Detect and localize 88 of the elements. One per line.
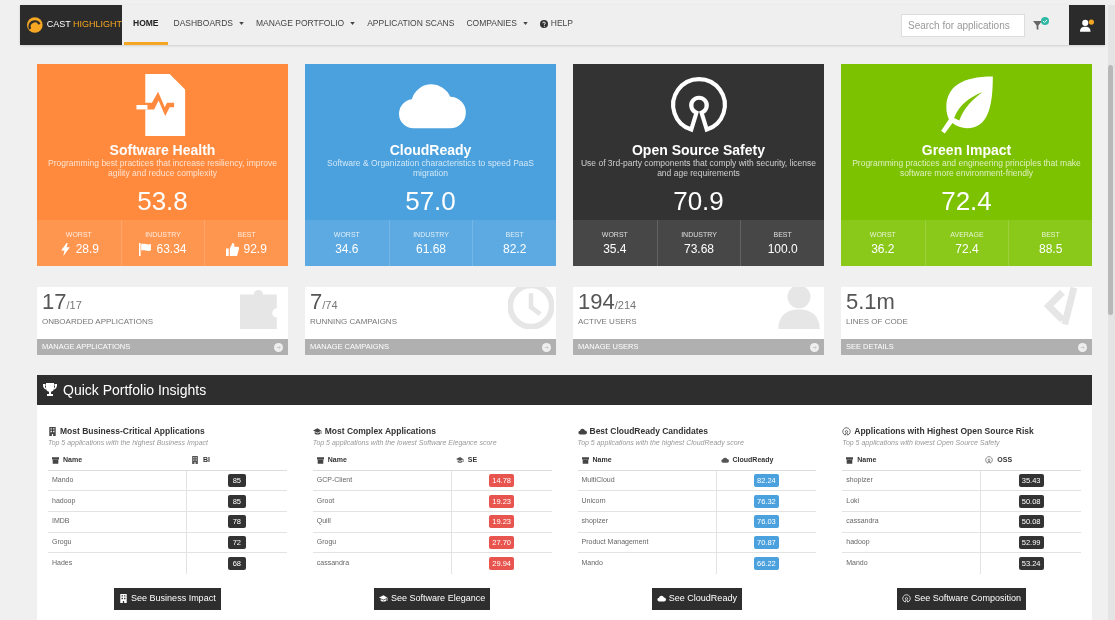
arrow-circle-icon xyxy=(1078,342,1087,352)
table-title: Applications with Highest Open Source Risk xyxy=(854,425,1034,438)
see-details-button[interactable]: See Business Impact xyxy=(114,587,221,610)
see-details-button[interactable]: See Software Composition xyxy=(897,587,1026,610)
stat-label: LINES OF CODE xyxy=(846,316,909,328)
user-menu-button[interactable] xyxy=(1069,5,1105,45)
stat-total: /74 xyxy=(322,299,338,313)
metric-value: 35.4 xyxy=(603,242,627,257)
nav-item[interactable]: COMPANIES xyxy=(460,5,534,45)
see-details-button[interactable]: See CloudReady xyxy=(651,587,742,610)
stat-total: /17 xyxy=(66,299,82,313)
card-title: Open Source Safety xyxy=(631,142,765,158)
cloud-icon xyxy=(577,426,587,436)
caret-icon xyxy=(350,22,356,25)
stat-value: 17 xyxy=(42,290,67,314)
metric-value: 34.6 xyxy=(335,242,359,257)
bolt-icon xyxy=(58,242,72,256)
filter-button[interactable] xyxy=(1033,17,1051,33)
card-title: Green Impact xyxy=(921,142,1012,158)
card-description: Programming best practices that increase resiliency, improve agility and reduce complexity xyxy=(47,158,278,178)
arrow-circle-icon xyxy=(542,342,551,352)
search-field[interactable]: Search for applications xyxy=(901,13,1025,37)
open-source-icon xyxy=(842,426,852,436)
archive-icon xyxy=(316,456,324,464)
card-score: 72.4 xyxy=(941,187,992,215)
graduation-cap-icon xyxy=(455,456,464,465)
card-score: 53.8 xyxy=(137,187,188,215)
metric-value: 82.2 xyxy=(502,242,527,257)
open-source-icon xyxy=(985,456,994,465)
metric-value: 73.68 xyxy=(683,242,714,257)
metric-value: 88.5 xyxy=(1038,242,1063,257)
stat-label: ONBOARDED APPLICATIONS xyxy=(42,316,154,328)
nav-item[interactable]: HOME xyxy=(124,5,168,45)
card-description: Software & Organization characteristics to speed PaaS migration xyxy=(326,158,535,178)
stat-value: 194 xyxy=(578,290,615,314)
card-description: Use of 3rd-party components that comply with security, license and age requirements xyxy=(579,158,818,178)
card-description: Programming practices and engineering principles that make software more environment-friendly xyxy=(851,158,1082,178)
table-title: Best CloudReady Candidates xyxy=(589,425,709,438)
logo-text: CAST HIGHLIGHT xyxy=(46,18,122,32)
card-score: 57.0 xyxy=(405,187,456,215)
building-icon xyxy=(48,426,57,436)
see-details-button[interactable]: See Software Elegance xyxy=(374,587,491,610)
stat-label: ACTIVE USERS xyxy=(578,316,638,328)
stat-value: 5.1m xyxy=(846,290,895,314)
trophy-icon xyxy=(43,383,57,397)
help-icon xyxy=(539,19,548,28)
table-title: Most Business-Critical Applications xyxy=(60,425,205,438)
arrow-circle-icon xyxy=(810,342,819,352)
arrow-circle-icon xyxy=(274,342,283,352)
clock-icon xyxy=(508,287,554,329)
building-icon xyxy=(191,456,199,465)
caret-icon xyxy=(522,22,528,25)
card-score: 70.9 xyxy=(673,187,724,215)
metric-value: 63.34 xyxy=(156,242,187,257)
stat-value: 7 xyxy=(310,290,323,314)
archive-icon xyxy=(846,456,854,464)
metric-value: 100.0 xyxy=(767,242,798,257)
nav-item[interactable]: HELP xyxy=(533,5,580,45)
metric-value: 92.9 xyxy=(243,242,267,257)
user-icon xyxy=(1080,18,1094,32)
nav-item[interactable]: MANAGE PORTFOLIO xyxy=(250,5,362,45)
user-icon xyxy=(776,287,822,329)
nav-item[interactable]: APPLICATION SCANS xyxy=(361,5,461,45)
metric-value: 36.2 xyxy=(871,242,895,257)
open-source-icon xyxy=(902,594,912,604)
graduation-cap-icon xyxy=(379,594,389,604)
nav-item[interactable]: DASHBOARDS xyxy=(167,5,250,45)
stat-total: /214 xyxy=(614,299,637,313)
metric-value: 72.4 xyxy=(955,242,979,257)
metric-value: 28.9 xyxy=(75,242,99,257)
table-title: Most Complex Applications xyxy=(324,425,436,438)
caret-icon xyxy=(239,22,244,25)
filter-icon xyxy=(1033,21,1042,30)
cloud-icon xyxy=(720,456,729,465)
card-title: CloudReady xyxy=(389,142,472,158)
insights-title: Quick Portfolio Insights xyxy=(63,380,207,400)
cloud-icon xyxy=(656,594,666,604)
card-title: Software Health xyxy=(109,142,216,158)
thumbs-up-icon xyxy=(226,242,240,256)
stat-label: RUNNING CAMPAIGNS xyxy=(310,316,398,328)
flag-icon xyxy=(139,242,153,256)
logo-icon xyxy=(27,16,43,34)
building-icon xyxy=(119,594,129,604)
check-badge-icon xyxy=(1041,17,1049,25)
archive-icon xyxy=(581,456,589,464)
graduation-cap-icon xyxy=(312,426,322,436)
archive-icon xyxy=(52,456,59,464)
metric-value: 61.68 xyxy=(415,242,446,257)
